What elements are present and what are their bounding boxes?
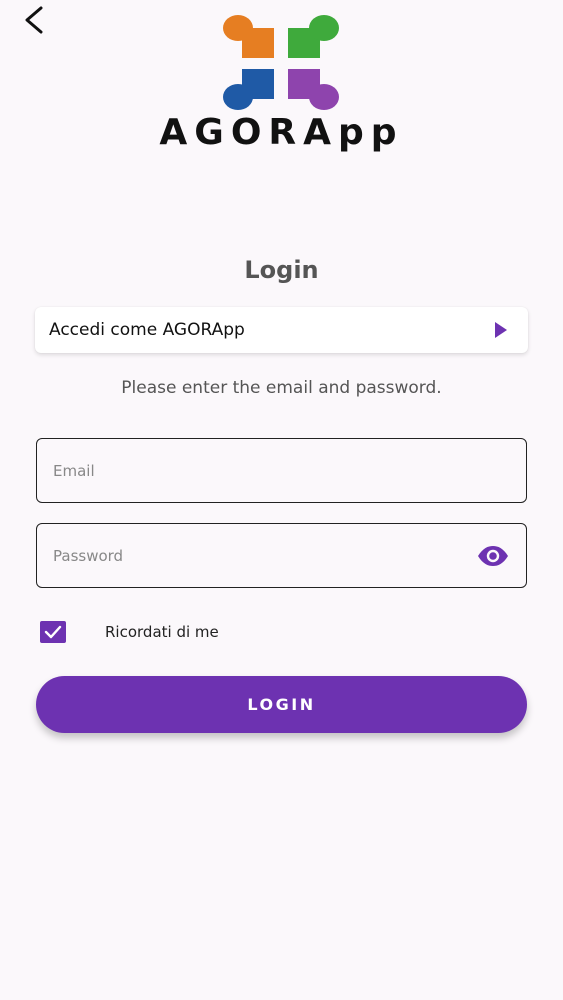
account-type-label: Accedi come AGORApp xyxy=(49,320,245,340)
account-type-selector[interactable]: Accedi come AGORApp xyxy=(35,307,528,353)
email-input[interactable] xyxy=(37,439,526,502)
app-logo-icon xyxy=(223,15,339,110)
remember-me-checkbox[interactable] xyxy=(40,621,66,643)
password-visibility-toggle[interactable] xyxy=(476,544,510,568)
password-field xyxy=(36,523,527,588)
checkmark-icon xyxy=(44,625,62,639)
remember-me-row: Ricordati di me xyxy=(40,620,219,644)
eye-icon xyxy=(478,545,508,566)
play-triangle-icon xyxy=(495,322,507,338)
email-field xyxy=(36,438,527,503)
app-logo-text: AGORApp xyxy=(159,112,404,153)
remember-me-label: Ricordati di me xyxy=(105,623,219,641)
login-button[interactable]: LOGIN xyxy=(36,676,527,733)
login-instructions: Please enter the email and password. xyxy=(121,378,442,398)
page-title: Login xyxy=(244,256,319,284)
chevron-left-icon xyxy=(25,6,43,34)
password-input[interactable] xyxy=(37,524,526,587)
back-button[interactable] xyxy=(18,4,50,36)
